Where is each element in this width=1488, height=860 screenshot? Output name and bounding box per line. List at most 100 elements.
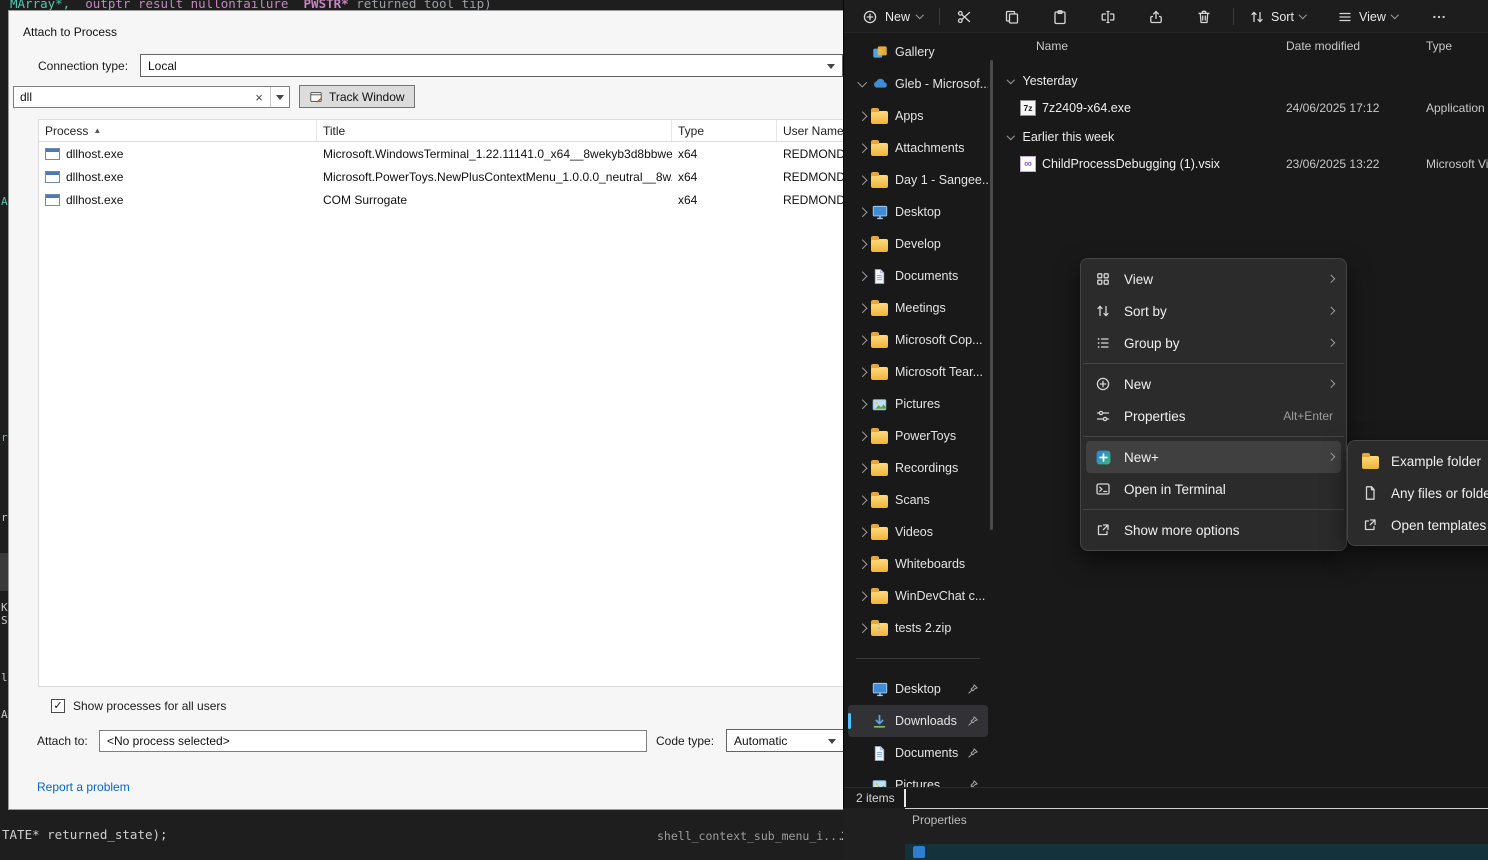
file-icon — [1361, 485, 1379, 501]
sidebar-item-label: Desktop — [895, 205, 941, 219]
submenu-item-open-templates[interactable]: Open templates — [1353, 509, 1488, 541]
attach-to-field[interactable]: <No process selected> — [99, 730, 647, 752]
checkbox-checked-icon[interactable] — [51, 699, 65, 713]
see-more-button[interactable] — [1422, 4, 1456, 29]
sidebar-item-microsoft-copilot[interactable]: Microsoft Cop... — [848, 324, 988, 356]
chevron-right-icon[interactable] — [858, 495, 867, 504]
filter-dropdown-button[interactable] — [270, 87, 289, 107]
sidebar-item-develop[interactable]: Develop — [848, 228, 988, 260]
context-menu-item-show-more-options[interactable]: Show more options — [1086, 514, 1341, 546]
document-icon — [871, 745, 895, 762]
process-filter-input[interactable]: dll — [13, 86, 290, 108]
column-header-user-name[interactable]: User Name — [777, 120, 843, 141]
file-name: ChildProcessDebugging (1).vsix — [1042, 157, 1220, 171]
chevron-right-icon[interactable] — [858, 463, 867, 472]
sidebar-item-documents-pinned[interactable]: Documents — [848, 737, 988, 769]
column-header-process[interactable]: Process▲ — [39, 120, 317, 141]
panel-splitter[interactable] — [904, 789, 906, 807]
column-header-type[interactable]: Type — [672, 120, 777, 141]
context-menu-item-new[interactable]: New — [1086, 368, 1341, 400]
sidebar-item-label: Gallery — [895, 45, 935, 59]
code-type-value: Automatic — [734, 734, 787, 748]
context-menu-item-properties[interactable]: Properties Alt+Enter — [1086, 400, 1341, 432]
context-menu-item-newplus[interactable]: New+ — [1086, 441, 1341, 473]
column-header-type[interactable]: Type — [1426, 39, 1452, 53]
track-window-button[interactable]: Track Window — [299, 85, 415, 108]
report-problem-link[interactable]: Report a problem — [37, 780, 130, 794]
sidebar-item-meetings[interactable]: Meetings — [848, 292, 988, 324]
chevron-right-icon[interactable] — [858, 207, 867, 216]
sidebar-item-onedrive[interactable]: Gleb - Microsof... — [848, 68, 988, 100]
sidebar-item-desktop[interactable]: Desktop — [848, 196, 988, 228]
column-header-date-modified[interactable]: Date modified — [1286, 39, 1360, 53]
context-menu-item-open-in-terminal[interactable]: Open in Terminal — [1086, 473, 1341, 505]
process-title: Microsoft.WindowsTerminal_1.22.11141.0_x… — [317, 147, 672, 161]
process-window-icon — [45, 148, 60, 160]
cut-button[interactable] — [947, 4, 981, 29]
submenu-item-example-folder[interactable]: Example folder — [1353, 445, 1488, 477]
sidebar-item-tests-zip[interactable]: tests 2.zip — [848, 612, 988, 644]
sidebar-item-pictures-pinned[interactable]: Pictures — [848, 769, 988, 788]
code-type-select[interactable]: Automatic — [726, 729, 844, 752]
sidebar-scrollbar[interactable] — [990, 60, 993, 530]
chevron-right-icon[interactable] — [858, 591, 867, 600]
process-row[interactable]: dllhost.exe Microsoft.WindowsTerminal_1.… — [39, 142, 843, 165]
process-name: dllhost.exe — [66, 147, 123, 161]
chevron-right-icon[interactable] — [858, 143, 867, 152]
sidebar-item-scans[interactable]: Scans — [848, 484, 988, 516]
file-row-7z2409[interactable]: 7z2409-x64.exe 24/06/2025 17:12 Applicat… — [994, 95, 1488, 121]
chevron-right-icon[interactable] — [858, 271, 867, 280]
sidebar-item-whiteboards[interactable]: Whiteboards — [848, 548, 988, 580]
copy-button[interactable] — [995, 4, 1029, 29]
process-row[interactable]: dllhost.exe Microsoft.PowerToys.NewPlusC… — [39, 165, 843, 188]
sidebar-item-documents[interactable]: Documents — [848, 260, 988, 292]
sidebar-item-windevchat[interactable]: WinDevChat c... — [848, 580, 988, 612]
context-menu-item-view[interactable]: View — [1086, 263, 1341, 295]
chevron-right-icon[interactable] — [858, 239, 867, 248]
rename-button[interactable] — [1091, 4, 1125, 29]
chevron-right-icon[interactable] — [858, 303, 867, 312]
paste-button[interactable] — [1043, 4, 1077, 29]
sidebar-item-apps[interactable]: Apps — [848, 100, 988, 132]
column-header-name[interactable]: Name — [1036, 39, 1068, 53]
group-header-yesterday[interactable]: Yesterday — [994, 69, 1488, 93]
toolbar-separator — [939, 8, 940, 25]
sidebar-item-desktop-pinned[interactable]: Desktop — [848, 673, 988, 705]
delete-button[interactable] — [1187, 4, 1221, 29]
chevron-right-icon[interactable] — [858, 623, 867, 632]
chevron-right-icon[interactable] — [858, 559, 867, 568]
view-button[interactable]: View — [1330, 4, 1404, 29]
sidebar-item-recordings[interactable]: Recordings — [848, 452, 988, 484]
sidebar-item-pictures[interactable]: Pictures — [848, 388, 988, 420]
connection-type-select[interactable]: Local — [140, 54, 843, 77]
chevron-right-icon[interactable] — [858, 335, 867, 344]
show-all-users-checkbox[interactable]: Show processes for all users — [51, 699, 226, 713]
context-menu-item-group-by[interactable]: Group by — [1086, 327, 1341, 359]
process-row[interactable]: dllhost.exe COM Surrogate x64 REDMOND — [39, 188, 843, 211]
chevron-down-icon[interactable] — [858, 78, 867, 87]
submenu-item-any-files[interactable]: Any files or folde — [1353, 477, 1488, 509]
chevron-right-icon[interactable] — [858, 175, 867, 184]
sidebar-item-gallery[interactable]: Gallery — [848, 36, 988, 68]
folder-icon — [871, 172, 895, 188]
code-type-label: Code type: — [656, 734, 714, 748]
sidebar-item-microsoft-teams[interactable]: Microsoft Tear... — [848, 356, 988, 388]
file-row-childprocessdebugging[interactable]: ChildProcessDebugging (1).vsix 23/06/202… — [994, 151, 1488, 177]
sidebar-item-downloads-pinned[interactable]: Downloads — [848, 705, 988, 737]
column-header-title[interactable]: Title — [317, 120, 672, 141]
sidebar-item-attachments[interactable]: Attachments — [848, 132, 988, 164]
sidebar-item-day1[interactable]: Day 1 - Sangee... — [848, 164, 988, 196]
sidebar-item-powertoys[interactable]: PowerToys — [848, 420, 988, 452]
clear-filter-icon[interactable] — [248, 90, 270, 105]
chevron-right-icon[interactable] — [858, 111, 867, 120]
chevron-right-icon[interactable] — [858, 527, 867, 536]
chevron-right-icon[interactable] — [858, 431, 867, 440]
share-button[interactable] — [1139, 4, 1173, 29]
sidebar-item-videos[interactable]: Videos — [848, 516, 988, 548]
context-menu-item-sort-by[interactable]: Sort by — [1086, 295, 1341, 327]
group-header-earlier-this-week[interactable]: Earlier this week — [994, 125, 1488, 149]
chevron-right-icon[interactable] — [858, 399, 867, 408]
new-button[interactable]: New — [854, 4, 931, 29]
sort-button[interactable]: Sort — [1242, 4, 1312, 29]
chevron-right-icon[interactable] — [858, 367, 867, 376]
